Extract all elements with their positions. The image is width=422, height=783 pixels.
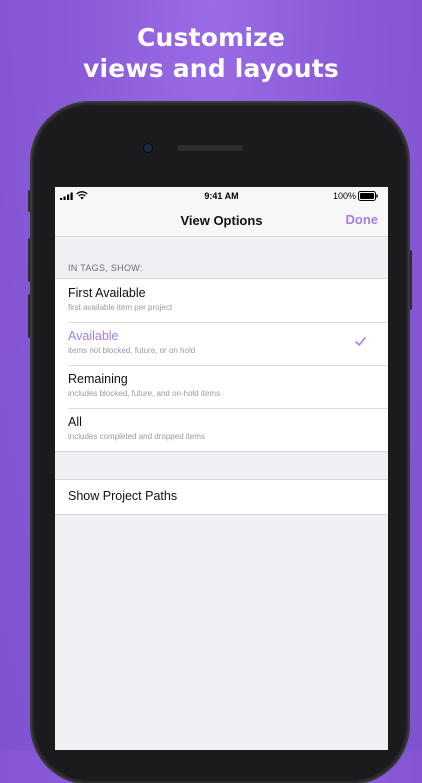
battery-percentage: 100% xyxy=(332,191,356,201)
option-subtitle: includes completed and dropped items xyxy=(68,432,205,441)
option-title: First Available xyxy=(68,286,146,300)
headline-line-1: Customize xyxy=(136,23,286,52)
done-button[interactable]: Done xyxy=(346,212,379,227)
front-camera xyxy=(144,144,152,152)
option-title: Available xyxy=(68,329,119,343)
phone-screen: 9:41 AM 100% View Options Done IN TAGS, … xyxy=(55,187,388,750)
tags-section-header: IN TAGS, SHOW: xyxy=(68,263,143,273)
phone-power-button xyxy=(408,250,412,310)
page-title: View Options xyxy=(180,213,263,228)
checkmark-icon xyxy=(355,337,366,346)
option-subtitle: includes blocked, future, and on-hold it… xyxy=(68,389,221,398)
option-available[interactable]: Available items not blocked, future, or … xyxy=(55,322,388,365)
navigation-bar: View Options Done xyxy=(55,205,388,237)
option-title: All xyxy=(68,415,82,429)
show-project-paths-label: Show Project Paths xyxy=(68,489,178,503)
show-project-paths-row[interactable]: Show Project Paths xyxy=(55,480,388,514)
option-first-available[interactable]: First Available first available item per… xyxy=(55,279,388,322)
status-bar: 9:41 AM 100% xyxy=(55,187,388,205)
battery-icon xyxy=(358,191,378,201)
headline-line-2: views and layouts xyxy=(83,54,339,83)
option-remaining[interactable]: Remaining includes blocked, future, and … xyxy=(55,365,388,408)
project-paths-list: Show Project Paths xyxy=(55,479,388,515)
option-subtitle: first available item per project xyxy=(68,303,173,312)
tags-options-list: First Available first available item per… xyxy=(55,278,388,452)
marketing-headline: Customize views and layouts xyxy=(0,22,422,84)
option-title: Remaining xyxy=(68,372,128,386)
option-all[interactable]: All includes completed and dropped items xyxy=(55,408,388,451)
earpiece-speaker xyxy=(177,145,243,151)
option-subtitle: items not blocked, future, or on hold xyxy=(68,346,196,355)
